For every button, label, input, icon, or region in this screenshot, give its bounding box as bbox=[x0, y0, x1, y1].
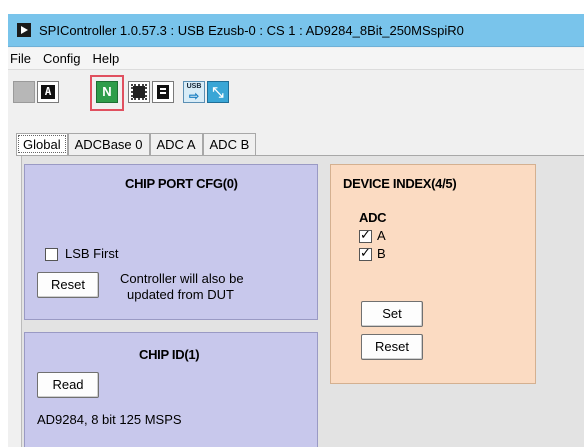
waveform-button[interactable]: ⤡ bbox=[207, 81, 229, 103]
menu-help[interactable]: Help bbox=[87, 51, 126, 66]
memory-button[interactable] bbox=[152, 81, 174, 103]
chip-port-cfg-title: CHIP PORT CFG(0) bbox=[125, 176, 238, 191]
chip-id-title: CHIP ID(1) bbox=[139, 347, 200, 362]
tab-adcbase-0[interactable]: ADCBase 0 bbox=[67, 133, 150, 155]
usb-arrow-icon: ⇨ bbox=[188, 89, 200, 103]
chip-id-read-button[interactable]: Read bbox=[37, 372, 99, 398]
tab-content-area: CHIP PORT CFG(0) LSB First Reset Control… bbox=[16, 155, 584, 447]
chip-id-panel: CHIP ID(1) Read AD9284, 8 bit 125 MSPS bbox=[24, 332, 318, 447]
n-button[interactable]: N bbox=[96, 81, 118, 103]
memory-icon bbox=[157, 85, 169, 99]
toolbar-blank-button[interactable] bbox=[13, 81, 35, 103]
lsb-first-checkbox[interactable] bbox=[45, 248, 58, 261]
chip-button[interactable] bbox=[128, 81, 150, 103]
tab-adc-a[interactable]: ADC A bbox=[149, 133, 203, 155]
title-bar[interactable]: SPIController 1.0.57.3 : USB Ezusb-0 : C… bbox=[8, 14, 584, 47]
device-index-title: DEVICE INDEX(4/5) bbox=[343, 176, 457, 191]
adc-b-label: B bbox=[377, 246, 386, 261]
chip-id-value: AD9284, 8 bit 125 MSPS bbox=[37, 412, 182, 427]
app-window: SPIController 1.0.57.3 : USB Ezusb-0 : C… bbox=[8, 14, 584, 447]
waveform-icon: ⤡ bbox=[212, 84, 224, 100]
chip-a-icon: A bbox=[41, 85, 55, 99]
adc-a-checkbox[interactable] bbox=[359, 228, 372, 243]
controller-note-line1: Controller will also be bbox=[120, 271, 244, 286]
device-index-panel: DEVICE INDEX(4/5) ADC A B Set Reset bbox=[330, 164, 536, 384]
toolbar: A N USB ⇨ ⤡ bbox=[8, 72, 584, 116]
tab-adc-b[interactable]: ADC B bbox=[202, 133, 257, 155]
menu-file[interactable]: File bbox=[8, 51, 37, 66]
lsb-first-label: LSB First bbox=[65, 246, 119, 261]
adc-group-label: ADC bbox=[359, 210, 387, 225]
chip-icon bbox=[131, 84, 147, 100]
adc-b-checkbox[interactable] bbox=[359, 246, 372, 261]
tab-strip: Global ADCBase 0 ADC A ADC B bbox=[16, 133, 257, 155]
device-set-button[interactable]: Set bbox=[361, 301, 423, 327]
menu-config[interactable]: Config bbox=[37, 51, 87, 66]
device-reset-button[interactable]: Reset bbox=[361, 334, 423, 360]
app-logo-icon bbox=[17, 23, 31, 37]
window-title: SPIController 1.0.57.3 : USB Ezusb-0 : C… bbox=[39, 22, 464, 38]
tab-global[interactable]: Global bbox=[16, 133, 68, 155]
chip-a-button[interactable]: A bbox=[37, 81, 59, 103]
chip-port-reset-button[interactable]: Reset bbox=[37, 272, 99, 298]
menu-bar: File Config Help bbox=[8, 48, 584, 70]
adc-a-label: A bbox=[377, 228, 386, 243]
controller-note-line2: updated from DUT bbox=[127, 287, 234, 302]
left-edge bbox=[16, 156, 22, 447]
chip-port-cfg-panel: CHIP PORT CFG(0) LSB First Reset Control… bbox=[24, 164, 318, 320]
usb-button[interactable]: USB ⇨ bbox=[183, 81, 205, 103]
